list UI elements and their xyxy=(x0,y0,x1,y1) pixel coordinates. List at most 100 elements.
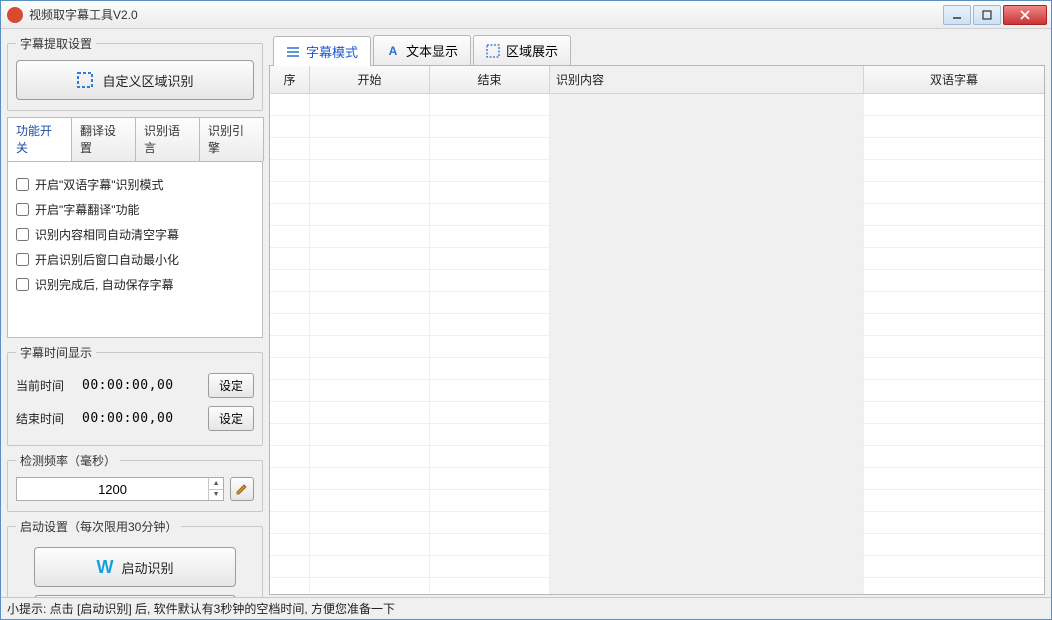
settings-subtabs-container: 功能开关 翻译设置 识别语言 识别引擎 开启"双语字幕"识别模式 开启"字幕翻译… xyxy=(7,117,263,338)
left-panel: 字幕提取设置 自定义区域识别 功能开关 翻译设置 识别语言 识别引擎 xyxy=(7,35,263,595)
table-row[interactable] xyxy=(270,380,1044,402)
table-row[interactable] xyxy=(270,138,1044,160)
table-row[interactable] xyxy=(270,270,1044,292)
tab-region-display[interactable]: 区域展示 xyxy=(473,35,571,65)
frequency-spinner-wrap: ▲ ▼ xyxy=(16,477,254,501)
table-row[interactable] xyxy=(270,94,1044,116)
frequency-spinner[interactable]: ▲ ▼ xyxy=(16,477,224,501)
subtab-translate-settings[interactable]: 翻译设置 xyxy=(71,117,136,161)
current-time-row: 当前时间 00:00:00,00 设定 xyxy=(16,369,254,402)
check-auto-minimize[interactable]: 开启识别后窗口自动最小化 xyxy=(16,247,254,272)
col-start[interactable]: 开始 xyxy=(310,66,430,93)
table-row[interactable] xyxy=(270,248,1044,270)
feature-switch-panel: 开启"双语字幕"识别模式 开启"字幕翻译"功能 识别内容相同自动清空字幕 开启识… xyxy=(7,162,263,338)
custom-region-button[interactable]: 自定义区域识别 xyxy=(16,60,254,100)
frequency-arrows: ▲ ▼ xyxy=(208,478,223,500)
tab-subtitle-mode[interactable]: 字幕模式 xyxy=(273,36,371,66)
table-row[interactable] xyxy=(270,116,1044,138)
tab-text-display[interactable]: A 文本显示 xyxy=(373,35,471,65)
extract-settings-group: 字幕提取设置 自定义区域识别 xyxy=(7,35,263,111)
extract-settings-legend: 字幕提取设置 xyxy=(16,35,96,52)
table-row[interactable] xyxy=(270,358,1044,380)
check-auto-save[interactable]: 识别完成后, 自动保存字幕 xyxy=(16,272,254,297)
main-tabs: 字幕模式 A 文本显示 区域展示 xyxy=(269,35,1045,65)
settings-subtabs: 功能开关 翻译设置 识别语言 识别引擎 xyxy=(7,117,263,162)
table-row[interactable] xyxy=(270,534,1044,556)
table-row[interactable] xyxy=(270,556,1044,578)
col-seq[interactable]: 序 xyxy=(270,66,310,93)
check-auto-clear-same-input[interactable] xyxy=(16,228,29,241)
check-auto-save-input[interactable] xyxy=(16,278,29,291)
subtitle-grid: 序 开始 结束 识别内容 双语字幕 xyxy=(269,65,1045,595)
table-row[interactable] xyxy=(270,226,1044,248)
subtab-recognition-language[interactable]: 识别语言 xyxy=(135,117,200,161)
statusbar: 小提示: 点击 [启动识别] 后, 软件默认有3秒钟的空档时间, 方便您准备一下 xyxy=(1,597,1051,619)
frequency-up-button[interactable]: ▲ xyxy=(209,478,223,490)
end-time-label: 结束时间 xyxy=(16,410,72,427)
grid-body[interactable] xyxy=(270,94,1044,594)
current-time-label: 当前时间 xyxy=(16,377,72,394)
grid-header: 序 开始 结束 识别内容 双语字幕 xyxy=(270,66,1044,94)
close-button[interactable] xyxy=(1003,5,1047,25)
table-row[interactable] xyxy=(270,490,1044,512)
table-row[interactable] xyxy=(270,336,1044,358)
time-display-group: 字幕时间显示 当前时间 00:00:00,00 设定 结束时间 00:00:00… xyxy=(7,344,263,446)
table-row[interactable] xyxy=(270,402,1044,424)
check-translate-feature-input[interactable] xyxy=(16,203,29,216)
table-row[interactable] xyxy=(270,292,1044,314)
frequency-edit-button[interactable] xyxy=(230,477,254,501)
window-controls xyxy=(943,5,1047,25)
frequency-down-button[interactable]: ▼ xyxy=(209,490,223,501)
right-panel: 字幕模式 A 文本显示 区域展示 序 开始 结束 识别内容 双语字幕 xyxy=(269,35,1045,595)
window-title: 视频取字幕工具V2.0 xyxy=(29,6,943,23)
list-icon xyxy=(286,45,300,59)
col-end[interactable]: 结束 xyxy=(430,66,550,93)
start-recognition-label: 启动识别 xyxy=(121,558,173,577)
tab-text-display-label: 文本显示 xyxy=(406,41,458,60)
subtab-recognition-engine[interactable]: 识别引擎 xyxy=(199,117,264,161)
subtab-feature-switch[interactable]: 功能开关 xyxy=(7,117,72,161)
end-time-value: 00:00:00,00 xyxy=(82,411,198,426)
table-row[interactable] xyxy=(270,424,1044,446)
custom-region-label: 自定义区域识别 xyxy=(102,71,193,90)
status-text: 小提示: 点击 [启动识别] 后, 软件默认有3秒钟的空档时间, 方便您准备一下 xyxy=(7,600,395,617)
table-row[interactable] xyxy=(270,160,1044,182)
tab-subtitle-mode-label: 字幕模式 xyxy=(306,42,358,61)
app-icon xyxy=(7,7,23,23)
start-recognition-button[interactable]: W 启动识别 xyxy=(34,547,236,587)
minimize-button[interactable] xyxy=(943,5,971,25)
check-bilingual-mode[interactable]: 开启"双语字幕"识别模式 xyxy=(16,172,254,197)
set-end-time-button[interactable]: 设定 xyxy=(208,406,254,431)
w-icon: W xyxy=(96,557,113,578)
set-current-time-button[interactable]: 设定 xyxy=(208,373,254,398)
table-row[interactable] xyxy=(270,468,1044,490)
table-row[interactable] xyxy=(270,204,1044,226)
start-settings-group: 启动设置（每次限用30分钟） W 启动识别 保存文字 xyxy=(7,518,263,597)
region-icon xyxy=(486,44,500,58)
table-row[interactable] xyxy=(270,446,1044,468)
table-row[interactable] xyxy=(270,182,1044,204)
pencil-icon xyxy=(235,481,249,498)
frequency-group: 检测频率（毫秒） ▲ ▼ xyxy=(7,452,263,512)
titlebar: 视频取字幕工具V2.0 xyxy=(1,1,1051,29)
crop-icon xyxy=(76,71,94,89)
table-row[interactable] xyxy=(270,512,1044,534)
col-content[interactable]: 识别内容 xyxy=(550,66,864,93)
current-time-value: 00:00:00,00 xyxy=(82,378,198,393)
end-time-row: 结束时间 00:00:00,00 设定 xyxy=(16,402,254,435)
tab-region-display-label: 区域展示 xyxy=(506,41,558,60)
check-translate-feature[interactable]: 开启"字幕翻译"功能 xyxy=(16,197,254,222)
check-bilingual-mode-input[interactable] xyxy=(16,178,29,191)
check-auto-minimize-input[interactable] xyxy=(16,253,29,266)
frequency-input[interactable] xyxy=(17,478,208,500)
table-row[interactable] xyxy=(270,314,1044,336)
time-display-legend: 字幕时间显示 xyxy=(16,344,96,361)
app-window: 视频取字幕工具V2.0 字幕提取设置 自定义区域识别 xyxy=(0,0,1052,620)
maximize-button[interactable] xyxy=(973,5,1001,25)
start-settings-legend: 启动设置（每次限用30分钟） xyxy=(16,518,181,535)
frequency-legend: 检测频率（毫秒） xyxy=(16,452,120,469)
content-area: 字幕提取设置 自定义区域识别 功能开关 翻译设置 识别语言 识别引擎 xyxy=(1,29,1051,597)
col-bilingual[interactable]: 双语字幕 xyxy=(864,66,1044,93)
table-row[interactable] xyxy=(270,578,1044,594)
check-auto-clear-same[interactable]: 识别内容相同自动清空字幕 xyxy=(16,222,254,247)
